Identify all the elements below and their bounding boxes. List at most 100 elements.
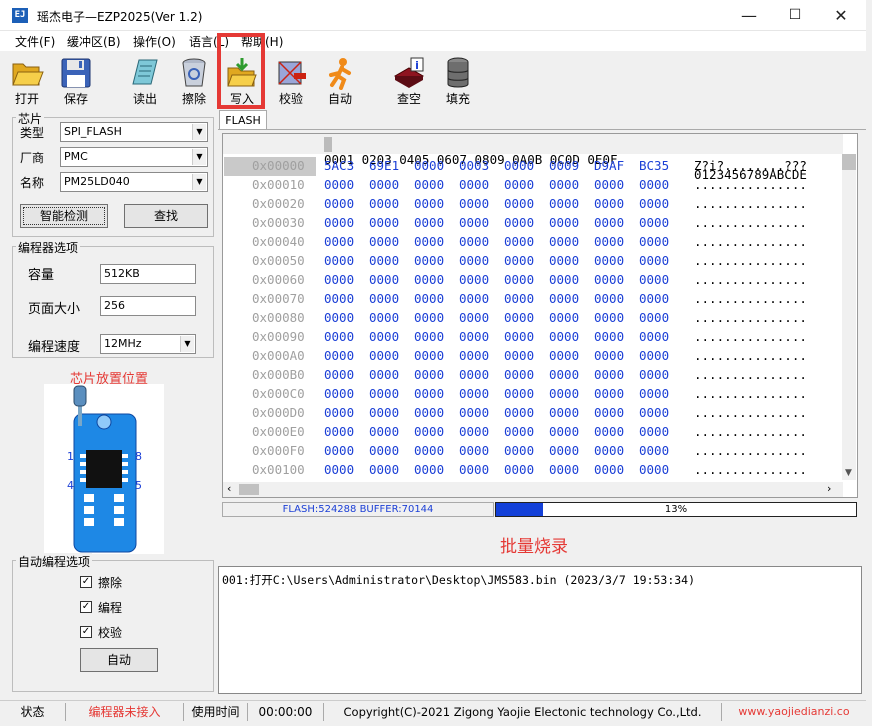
hex-value[interactable]: 0000 [369,234,399,249]
hex-value[interactable]: 5AC3 [324,158,354,173]
hex-value[interactable]: 0000 [639,386,669,401]
hex-value[interactable]: 0000 [639,443,669,458]
hex-value[interactable]: 0000 [414,196,444,211]
hex-value[interactable]: 0000 [504,158,534,173]
hex-value[interactable]: 0000 [639,196,669,211]
hex-value[interactable]: 0000 [324,215,354,230]
hex-value[interactable]: 0000 [549,424,579,439]
hex-value[interactable]: 0000 [639,405,669,420]
auto-run-button[interactable]: 自动 [80,648,158,672]
hex-value[interactable]: 0000 [504,215,534,230]
hex-value[interactable]: 0000 [414,348,444,363]
hex-value[interactable]: 0000 [594,443,624,458]
hex-value[interactable]: 0000 [324,443,354,458]
hex-value[interactable]: 0000 [549,253,579,268]
hex-value[interactable]: 0000 [369,291,399,306]
hex-value[interactable]: 0000 [369,367,399,382]
hex-value[interactable]: 0000 [549,291,579,306]
website-link[interactable]: www.yaojiedianzi.co [722,703,866,721]
hex-value[interactable]: 0000 [594,177,624,192]
hex-value[interactable]: 0000 [459,177,489,192]
hex-value[interactable]: 0000 [459,443,489,458]
hex-value[interactable]: 0000 [459,196,489,211]
hex-value[interactable]: D9AF [594,158,624,173]
erase-checkbox[interactable]: ✓ [80,576,92,588]
hex-value[interactable]: 0000 [459,253,489,268]
close-button[interactable]: ✕ [818,0,864,31]
hex-value[interactable]: 0000 [414,386,444,401]
hex-value[interactable]: 0000 [324,272,354,287]
scroll-right-icon[interactable]: › [827,482,831,495]
hex-value[interactable]: 0003 [459,158,489,173]
hex-value[interactable]: 0000 [594,462,624,477]
hex-value[interactable]: 0000 [414,405,444,420]
hex-value[interactable]: 0000 [369,215,399,230]
hex-value[interactable]: 0000 [549,405,579,420]
hex-value[interactable]: 0000 [324,234,354,249]
hex-value[interactable]: 0000 [639,310,669,325]
hex-value[interactable]: 0000 [504,234,534,249]
hex-value[interactable]: 0000 [414,424,444,439]
scroll-thumb[interactable] [842,154,856,170]
hex-value[interactable]: 0000 [369,196,399,211]
type-select[interactable]: SPI_FLASH ▼ [60,122,208,142]
hex-value[interactable]: 0000 [504,367,534,382]
menu-operate[interactable]: 操作(O) [133,33,176,50]
verify-button[interactable]: 校验 [273,55,309,107]
hex-value[interactable]: BC35 [639,158,669,173]
hex-value[interactable]: 0000 [459,272,489,287]
menu-file[interactable]: 文件(F) [15,33,55,50]
hex-value[interactable]: 0000 [414,462,444,477]
hex-value[interactable]: 0000 [414,215,444,230]
hex-value[interactable]: 0000 [504,310,534,325]
hscroll-thumb[interactable] [239,484,259,495]
hex-value[interactable]: 0000 [324,367,354,382]
hex-value[interactable]: 0000 [549,310,579,325]
menu-buffer[interactable]: 缓冲区(B) [67,33,121,50]
hex-value[interactable]: 0000 [369,253,399,268]
hex-value[interactable]: 0009 [549,158,579,173]
hex-value[interactable]: 0000 [549,386,579,401]
read-button[interactable]: 读出 [127,55,163,107]
hex-value[interactable]: 0000 [594,367,624,382]
hex-value[interactable]: 0000 [369,348,399,363]
hex-value[interactable]: 0000 [549,367,579,382]
hex-value[interactable]: 0000 [639,348,669,363]
hex-value[interactable]: 0000 [414,177,444,192]
scroll-down-icon[interactable]: ▼ [845,468,852,478]
hex-value[interactable]: 0000 [504,196,534,211]
hex-value[interactable]: 0000 [504,177,534,192]
hex-value[interactable]: 0000 [324,291,354,306]
hex-value[interactable]: 0000 [504,348,534,363]
hex-value[interactable]: 0000 [594,386,624,401]
hex-value[interactable]: 0000 [324,253,354,268]
program-checkbox[interactable]: ✓ [80,601,92,613]
hex-value[interactable]: 0000 [459,348,489,363]
hex-value[interactable]: 0000 [639,291,669,306]
vertical-scrollbar[interactable] [842,154,856,480]
open-button[interactable]: 打开 [9,55,45,107]
hex-value[interactable]: 0000 [459,424,489,439]
hex-value[interactable]: 0000 [504,386,534,401]
hex-value[interactable]: 0000 [594,310,624,325]
name-select[interactable]: PM25LD040 ▼ [60,172,208,192]
hex-value[interactable]: 0000 [459,329,489,344]
hex-value[interactable]: 0000 [504,443,534,458]
hex-value[interactable]: 0000 [549,215,579,230]
hex-value[interactable]: 0000 [594,405,624,420]
hex-value[interactable]: 0000 [414,158,444,173]
hex-value[interactable]: 0000 [639,215,669,230]
hex-value[interactable]: 0000 [369,177,399,192]
hex-value[interactable]: 0000 [594,272,624,287]
hex-value[interactable]: 0000 [504,329,534,344]
hex-value[interactable]: 0000 [459,405,489,420]
hex-value[interactable]: 0000 [324,177,354,192]
hex-value[interactable]: 0000 [504,253,534,268]
hex-value[interactable]: 0000 [414,291,444,306]
hex-value[interactable]: 0000 [504,291,534,306]
hex-value[interactable]: 0000 [459,291,489,306]
minimize-button[interactable]: — [726,0,772,31]
hex-value[interactable]: 0000 [324,462,354,477]
hex-value[interactable]: 0000 [549,443,579,458]
hex-value[interactable]: 0000 [639,367,669,382]
